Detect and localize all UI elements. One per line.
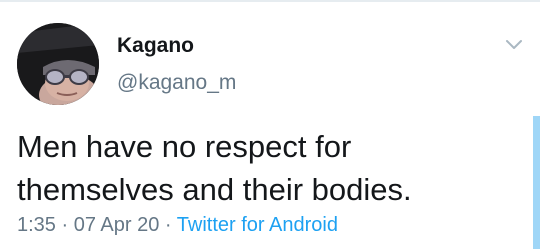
tweet-card: Kagano @kagano_m Men have no respect for…	[0, 0, 540, 249]
meta-separator: ·	[159, 214, 177, 236]
avatar-photo-icon	[17, 23, 99, 105]
tweet-source-link[interactable]: Twitter for Android	[177, 214, 338, 236]
user-handle[interactable]: @kagano_m	[117, 71, 236, 95]
tweet-date[interactable]: 07 Apr 20	[74, 214, 160, 236]
right-accent-bar	[533, 116, 540, 249]
avatar[interactable]	[17, 23, 99, 105]
tweet-meta: 1:35 · 07 Apr 20 · Twitter for Android	[17, 214, 338, 237]
tweet-text: Men have no respect for themselves and t…	[17, 129, 412, 207]
display-name[interactable]: Kagano	[117, 34, 194, 58]
tweet-time[interactable]: 1:35	[17, 214, 56, 236]
meta-separator: ·	[55, 214, 74, 236]
chevron-down-icon[interactable]	[503, 36, 525, 52]
